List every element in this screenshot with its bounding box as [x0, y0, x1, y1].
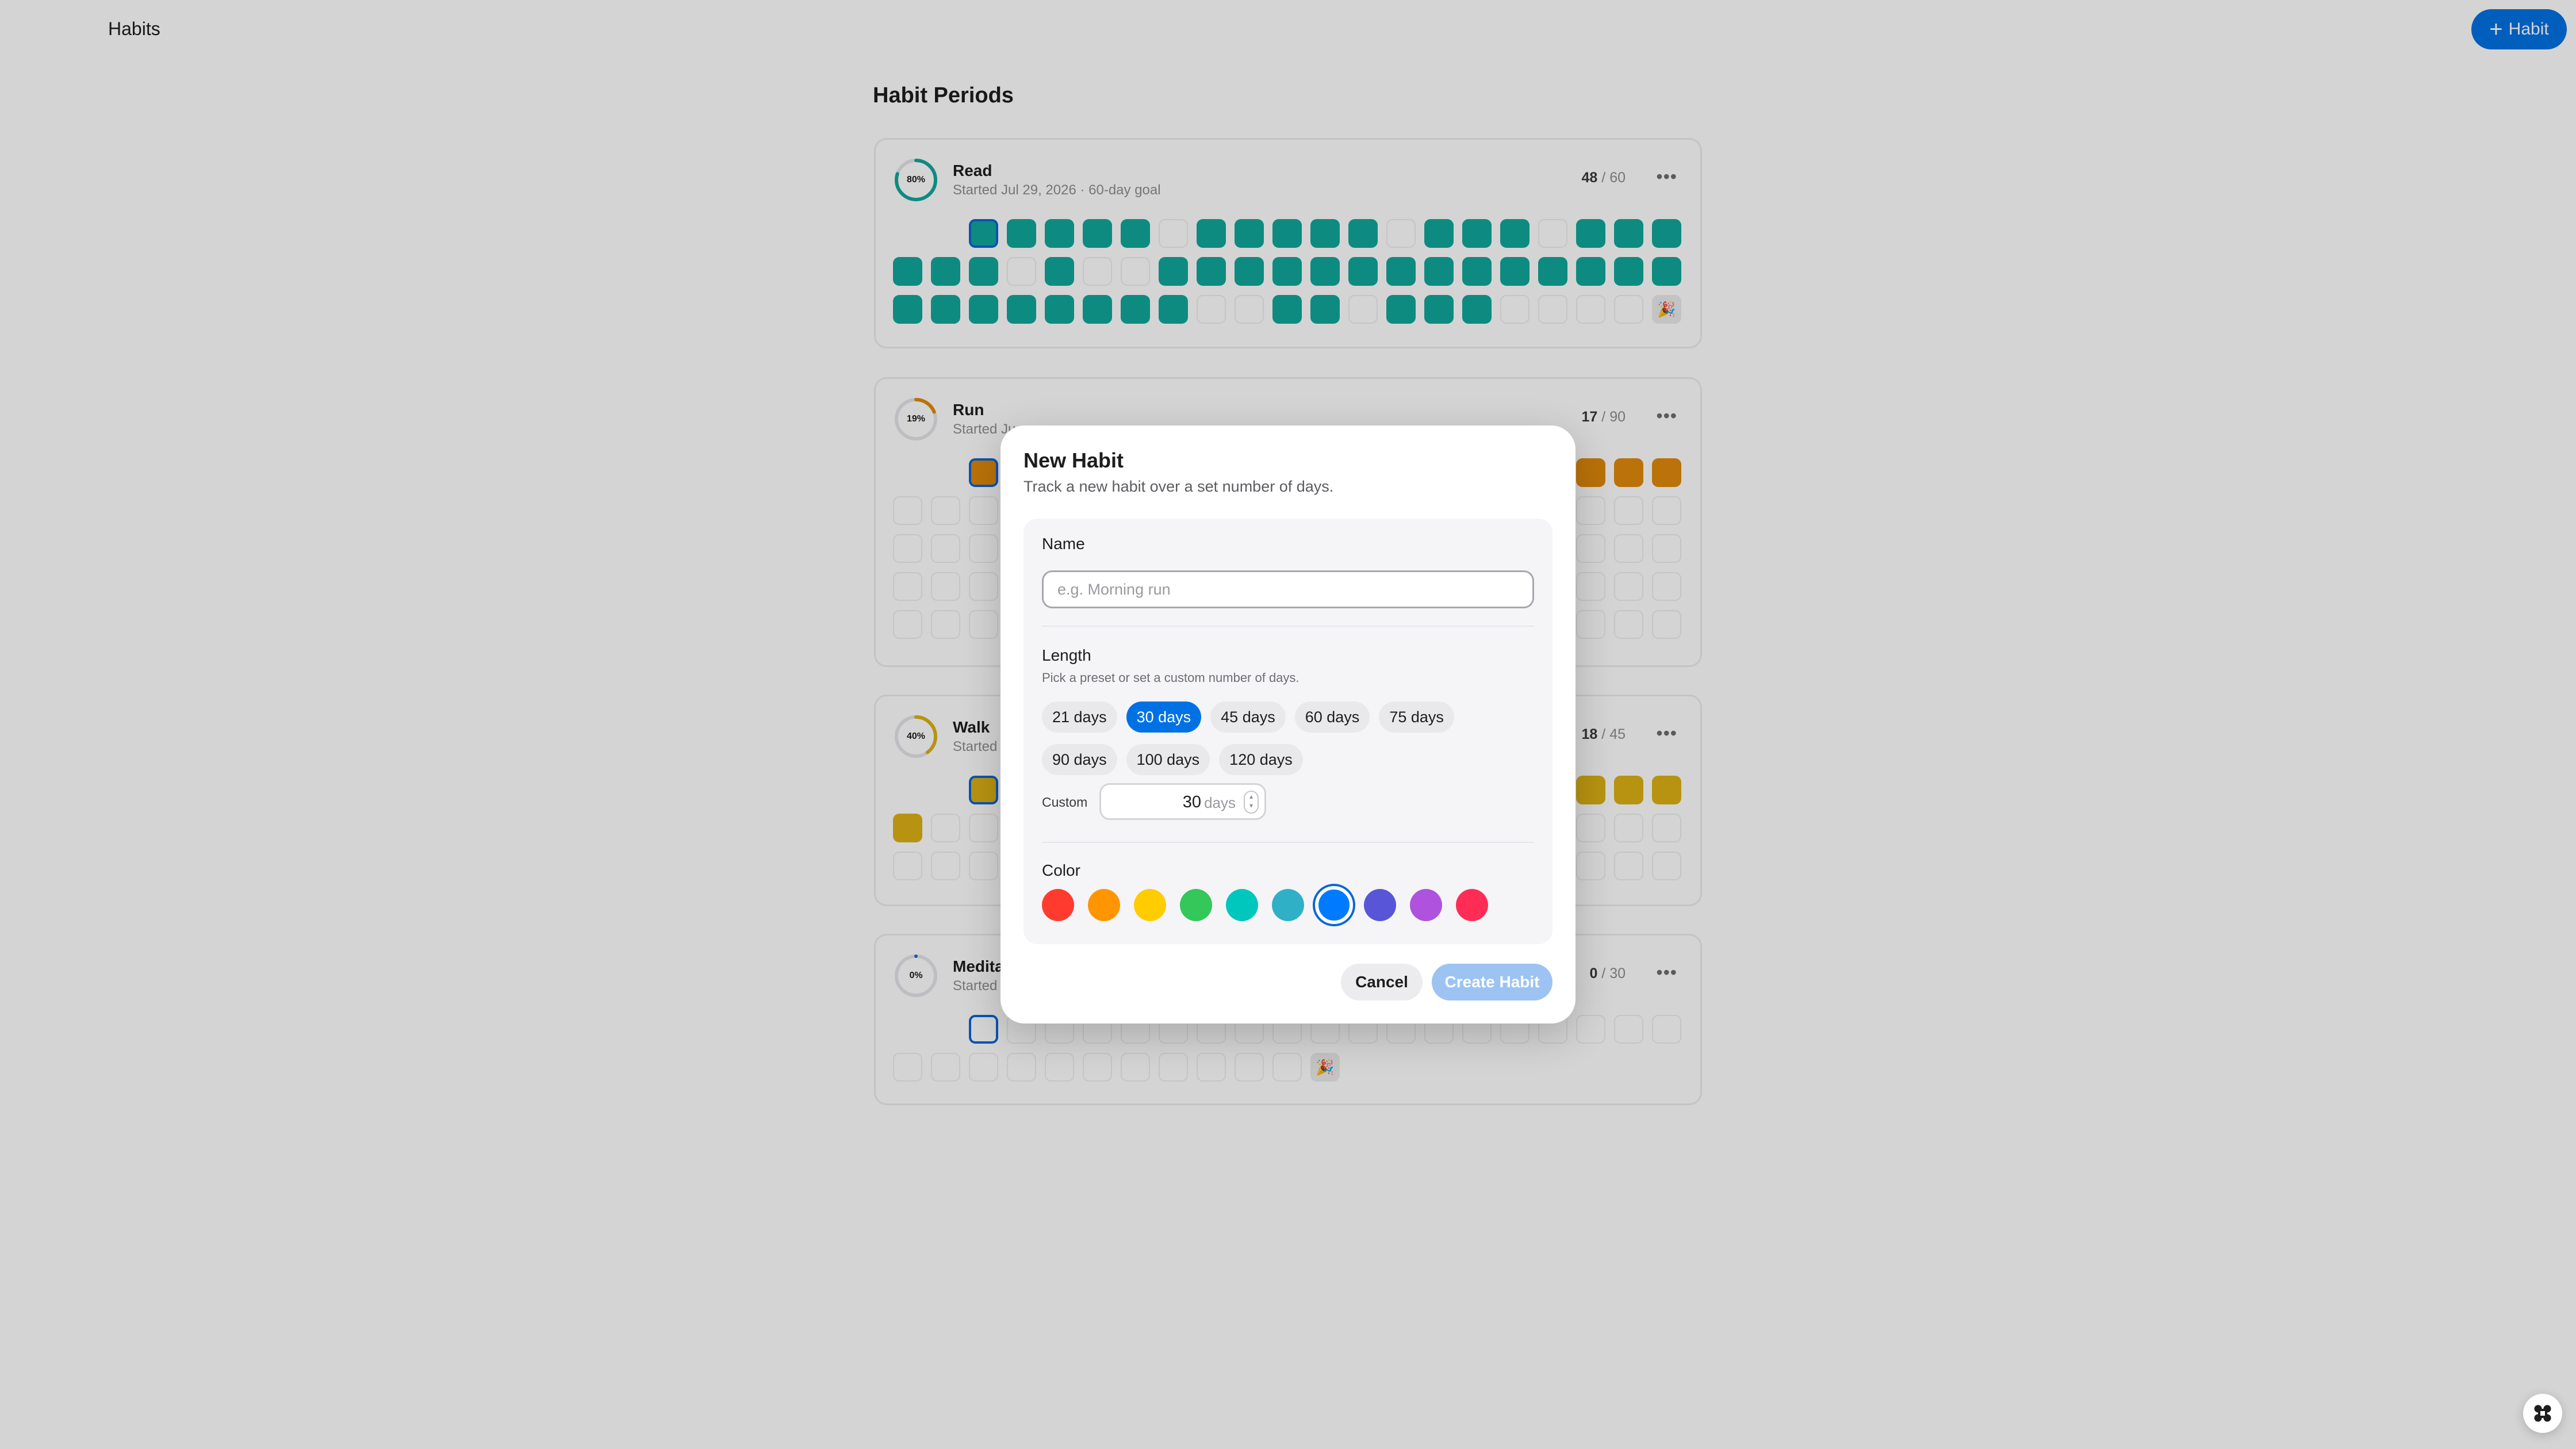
color-label: Color [1042, 861, 1080, 879]
color-swatch[interactable] [1315, 886, 1353, 924]
color-swatch[interactable] [1226, 889, 1258, 921]
preset-chip[interactable]: 30 days [1126, 702, 1202, 733]
color-swatch[interactable] [1088, 889, 1120, 921]
create-habit-button[interactable]: Create Habit [1432, 964, 1552, 1000]
stepper-arrows-icon[interactable]: ▴ ▾ [1244, 791, 1259, 814]
floating-menu-button[interactable] [2523, 1394, 2562, 1433]
color-swatch[interactable] [1364, 889, 1396, 921]
custom-days-stepper[interactable]: 30 days ▴ ▾ [1099, 783, 1266, 820]
form-panel: Name Length Pick a preset or set a custo… [1023, 519, 1552, 944]
dialog-subtitle: Track a new habit over a set number of d… [1023, 478, 1334, 495]
custom-days-value[interactable]: 30 [1183, 793, 1201, 812]
new-habit-dialog: New Habit Track a new habit over a set n… [1000, 425, 1575, 1023]
color-swatch[interactable] [1134, 889, 1166, 921]
color-swatch[interactable] [1042, 889, 1074, 921]
length-label: Length [1042, 646, 1091, 664]
name-label: Name [1042, 535, 1085, 553]
color-swatch[interactable] [1456, 889, 1488, 921]
dialog-title: New Habit [1023, 448, 1124, 472]
custom-label: Custom [1042, 795, 1088, 810]
color-swatch[interactable] [1410, 889, 1442, 921]
apps-icon [2534, 1405, 2551, 1422]
length-hint: Pick a preset or set a custom number of … [1042, 670, 1300, 685]
preset-chip[interactable]: 60 days [1294, 702, 1370, 733]
divider [1042, 626, 1534, 627]
preset-chip[interactable]: 45 days [1210, 702, 1286, 733]
cancel-button[interactable]: Cancel [1341, 964, 1423, 1000]
length-presets: 21 days 30 days 45 days 60 days 75 days 90 da… [1042, 702, 1536, 775]
name-input[interactable] [1042, 570, 1534, 608]
color-swatch[interactable] [1180, 889, 1212, 921]
preset-chip[interactable]: 90 days [1042, 744, 1117, 775]
preset-chip[interactable]: 75 days [1379, 702, 1454, 733]
divider [1042, 842, 1534, 843]
preset-chip[interactable]: 120 days [1219, 744, 1303, 775]
preset-chip[interactable]: 21 days [1042, 702, 1117, 733]
preset-chip[interactable]: 100 days [1126, 744, 1210, 775]
color-swatch[interactable] [1272, 889, 1304, 921]
color-swatches [1042, 886, 1488, 924]
custom-days-unit: days [1204, 794, 1236, 811]
